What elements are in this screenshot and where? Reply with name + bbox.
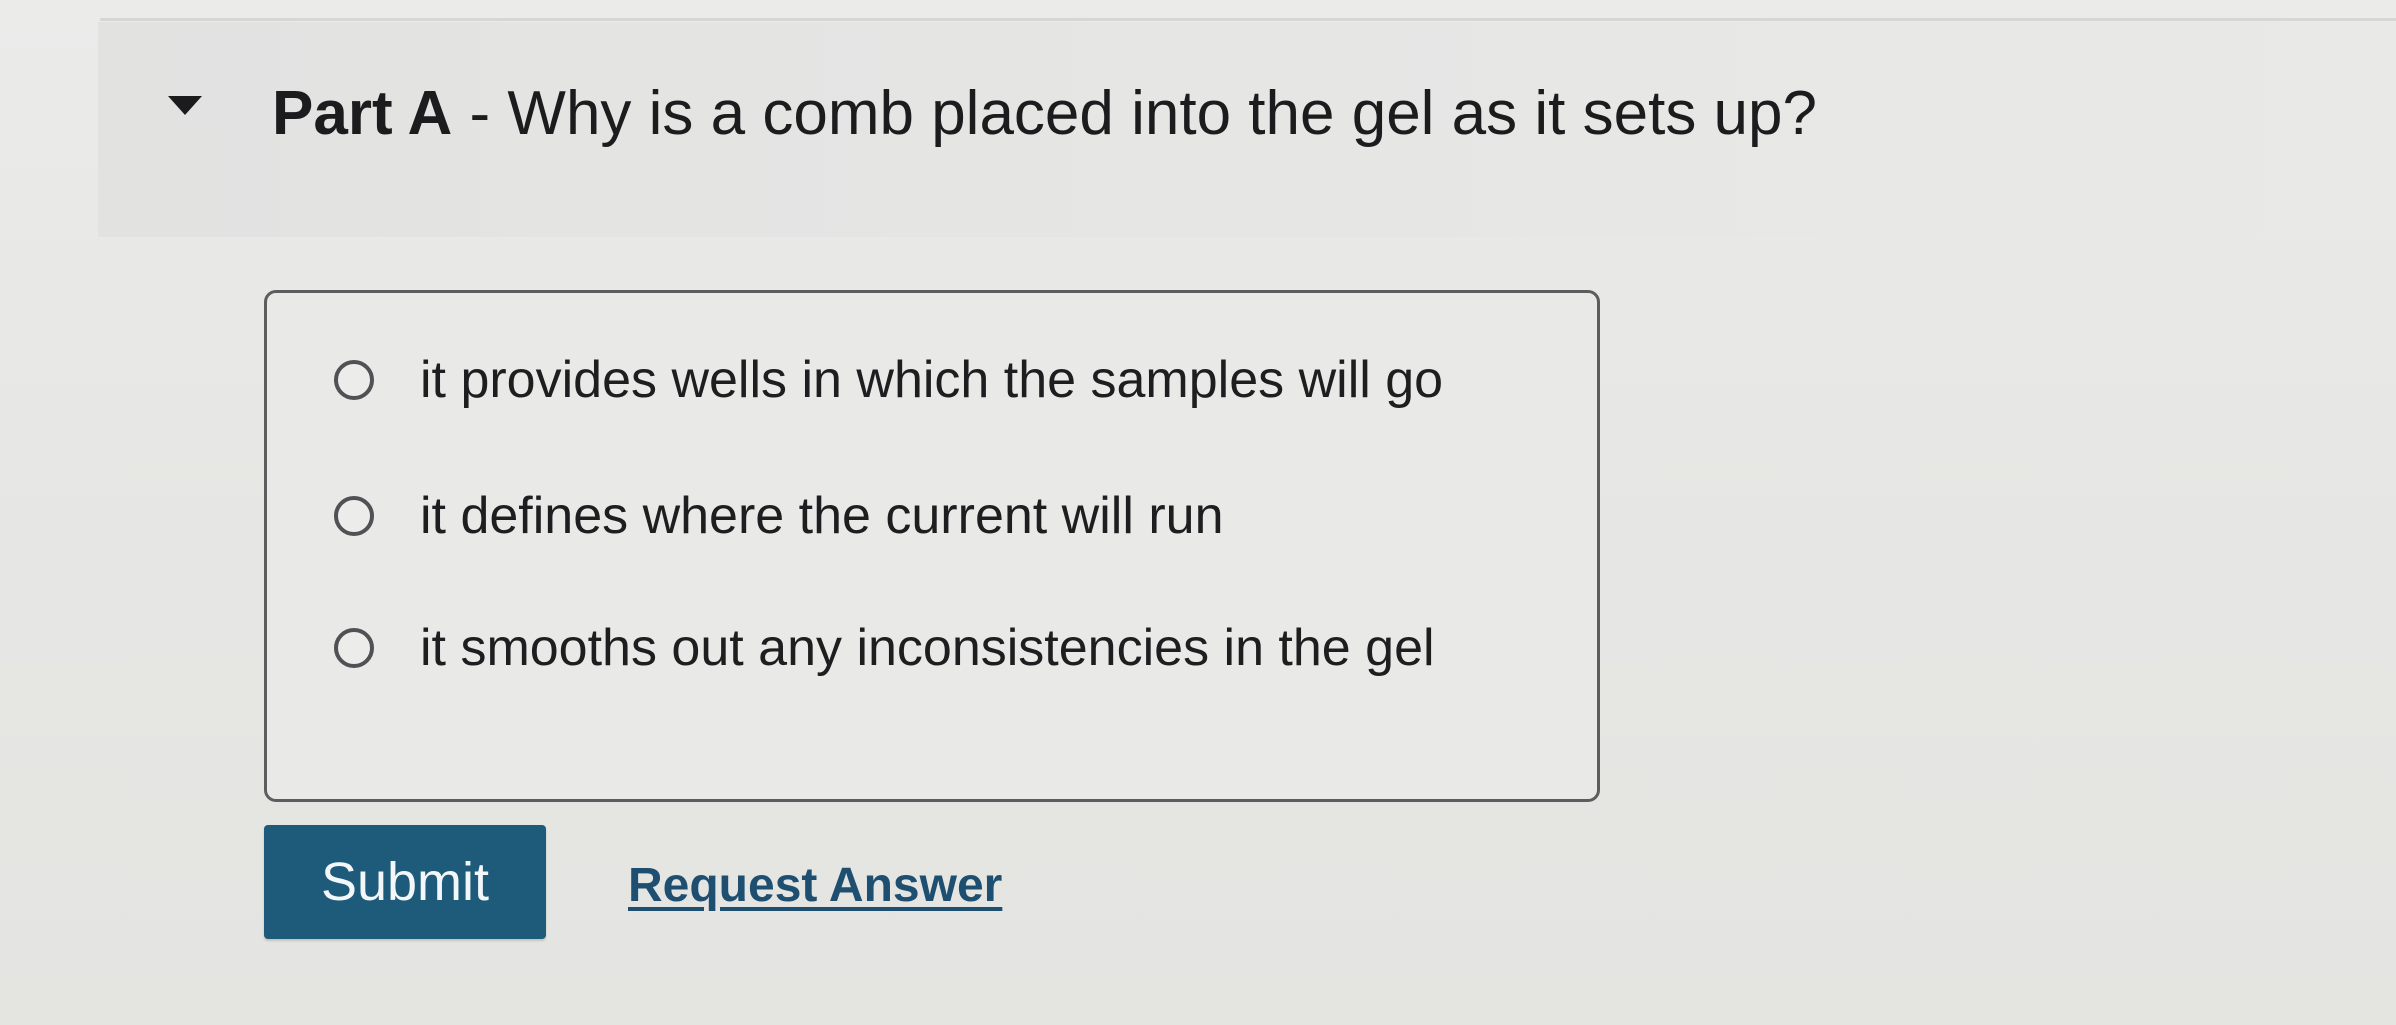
option-label: it defines where the current will run <box>420 487 1224 545</box>
answer-option[interactable]: it provides wells in which the samples w… <box>334 340 1443 420</box>
radio-unselected-icon[interactable] <box>334 628 374 668</box>
top-divider <box>100 18 2396 21</box>
option-label: it provides wells in which the samples w… <box>420 351 1444 409</box>
radio-unselected-icon[interactable] <box>334 360 374 400</box>
part-title: Part A - Why is a comb placed into the g… <box>272 76 1817 152</box>
request-answer-link[interactable]: Request Answer <box>628 858 1002 913</box>
caret-down-icon[interactable] <box>168 96 202 115</box>
radio-unselected-icon[interactable] <box>334 496 374 536</box>
option-label: it smooths out any inconsistencies in th… <box>420 619 1435 677</box>
part-label: Part A <box>272 79 453 148</box>
answer-option[interactable]: it defines where the current will run <box>334 476 1224 556</box>
part-separator: - <box>452 79 508 148</box>
answer-option[interactable]: it smooths out any inconsistencies in th… <box>334 608 1435 688</box>
submit-button[interactable]: Submit <box>264 825 546 939</box>
question-text: Why is a comb placed into the gel as it … <box>507 79 1817 148</box>
